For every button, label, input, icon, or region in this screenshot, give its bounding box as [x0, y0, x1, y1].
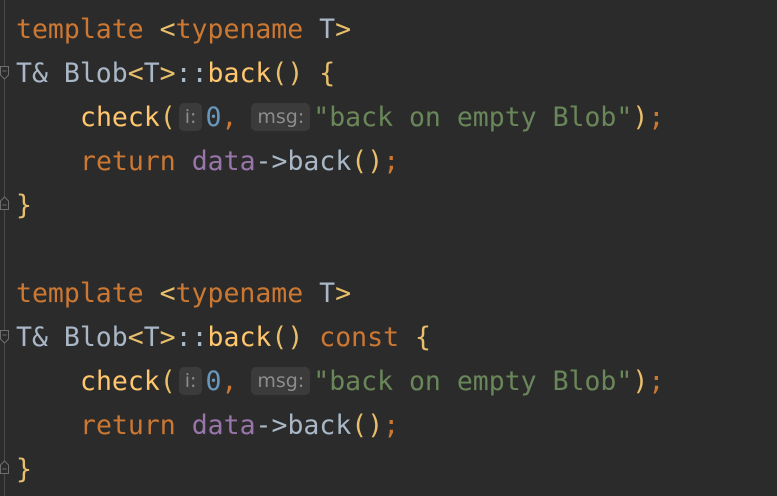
targs: T — [143, 322, 160, 353]
paren-close: ) — [632, 366, 649, 397]
arrow-operator: -> — [255, 146, 288, 177]
open-brace: { — [415, 322, 431, 353]
scope-operator: :: — [175, 58, 208, 89]
parens: () — [271, 58, 304, 89]
code-line-template-2[interactable]: template <typename T> — [16, 274, 351, 314]
param-hint-i: i: — [178, 367, 203, 395]
semicolon: ; — [648, 366, 665, 397]
keyword-template: template — [16, 14, 144, 45]
semicolon: ; — [648, 102, 665, 133]
fold-close-icon[interactable] — [0, 196, 9, 210]
arg-number: 0 — [205, 366, 222, 397]
comma: , — [221, 102, 238, 133]
template-close: > — [335, 14, 352, 45]
function-call-check: check — [80, 366, 160, 397]
parens: () — [351, 146, 384, 177]
keyword-const: const — [319, 322, 400, 353]
arg-number: 0 — [205, 102, 222, 133]
semicolon: ; — [383, 410, 400, 441]
function-name: back — [207, 58, 272, 89]
code-line-template-1[interactable]: template <typename T> — [16, 10, 351, 50]
comma: , — [221, 366, 238, 397]
keyword-template: template — [16, 278, 144, 309]
arrow-operator: -> — [255, 410, 288, 441]
paren-open: ( — [159, 366, 176, 397]
template-close: > — [335, 278, 352, 309]
class-name: Blob — [63, 58, 128, 89]
member-data: data — [191, 146, 256, 177]
template-param: T — [303, 14, 336, 45]
code-line-close-2[interactable]: } — [16, 450, 32, 490]
parens: () — [351, 410, 384, 441]
function-call-check: check — [80, 102, 160, 133]
code-line-signature-1[interactable]: T& Blob<T>::back() { — [16, 54, 335, 94]
code-line-return-2[interactable]: return data->back(); — [16, 406, 399, 446]
arg-string: "back on empty Blob" — [313, 102, 633, 133]
function-name: back — [207, 322, 272, 353]
targs-close: > — [159, 58, 176, 89]
class-name: Blob — [63, 322, 128, 353]
param-hint-msg: msg: — [251, 103, 311, 131]
code-line-check-1[interactable]: check(i: 0, msg: "back on empty Blob"); — [16, 98, 664, 138]
method-back: back — [287, 410, 352, 441]
targs: T — [143, 58, 160, 89]
return-type: T& — [16, 58, 48, 89]
code-line-check-2[interactable]: check(i: 0, msg: "back on empty Blob"); — [16, 362, 664, 402]
keyword-typename: typename — [175, 14, 304, 45]
semicolon: ; — [383, 146, 400, 177]
keyword-return: return — [80, 146, 176, 177]
targs-open: < — [127, 58, 144, 89]
fold-open-icon[interactable] — [0, 330, 9, 344]
return-type: T& — [16, 322, 48, 353]
fold-close-icon[interactable] — [0, 460, 9, 474]
scope-operator: :: — [175, 322, 208, 353]
paren-open: ( — [159, 102, 176, 133]
keyword-return: return — [80, 410, 176, 441]
fold-open-icon[interactable] — [0, 66, 9, 80]
template-open: < — [159, 278, 176, 309]
paren-close: ) — [632, 102, 649, 133]
arg-string: "back on empty Blob" — [313, 366, 633, 397]
open-brace: { — [319, 58, 336, 89]
param-hint-msg: msg: — [251, 367, 311, 395]
template-param: T — [303, 278, 336, 309]
targs-close: > — [159, 322, 176, 353]
close-brace: } — [16, 454, 32, 485]
code-line-signature-2[interactable]: T& Blob<T>::back() const { — [16, 318, 431, 358]
template-open: < — [159, 14, 176, 45]
keyword-typename: typename — [175, 278, 304, 309]
method-back: back — [287, 146, 352, 177]
parens: () — [271, 322, 304, 353]
targs-open: < — [127, 322, 144, 353]
close-brace: } — [16, 190, 32, 221]
param-hint-i: i: — [178, 103, 203, 131]
code-line-close-1[interactable]: } — [16, 186, 32, 226]
code-editor[interactable]: template <typename T> T& Blob<T>::back()… — [0, 0, 777, 496]
code-line-return-1[interactable]: return data->back(); — [16, 142, 399, 182]
member-data: data — [191, 410, 256, 441]
